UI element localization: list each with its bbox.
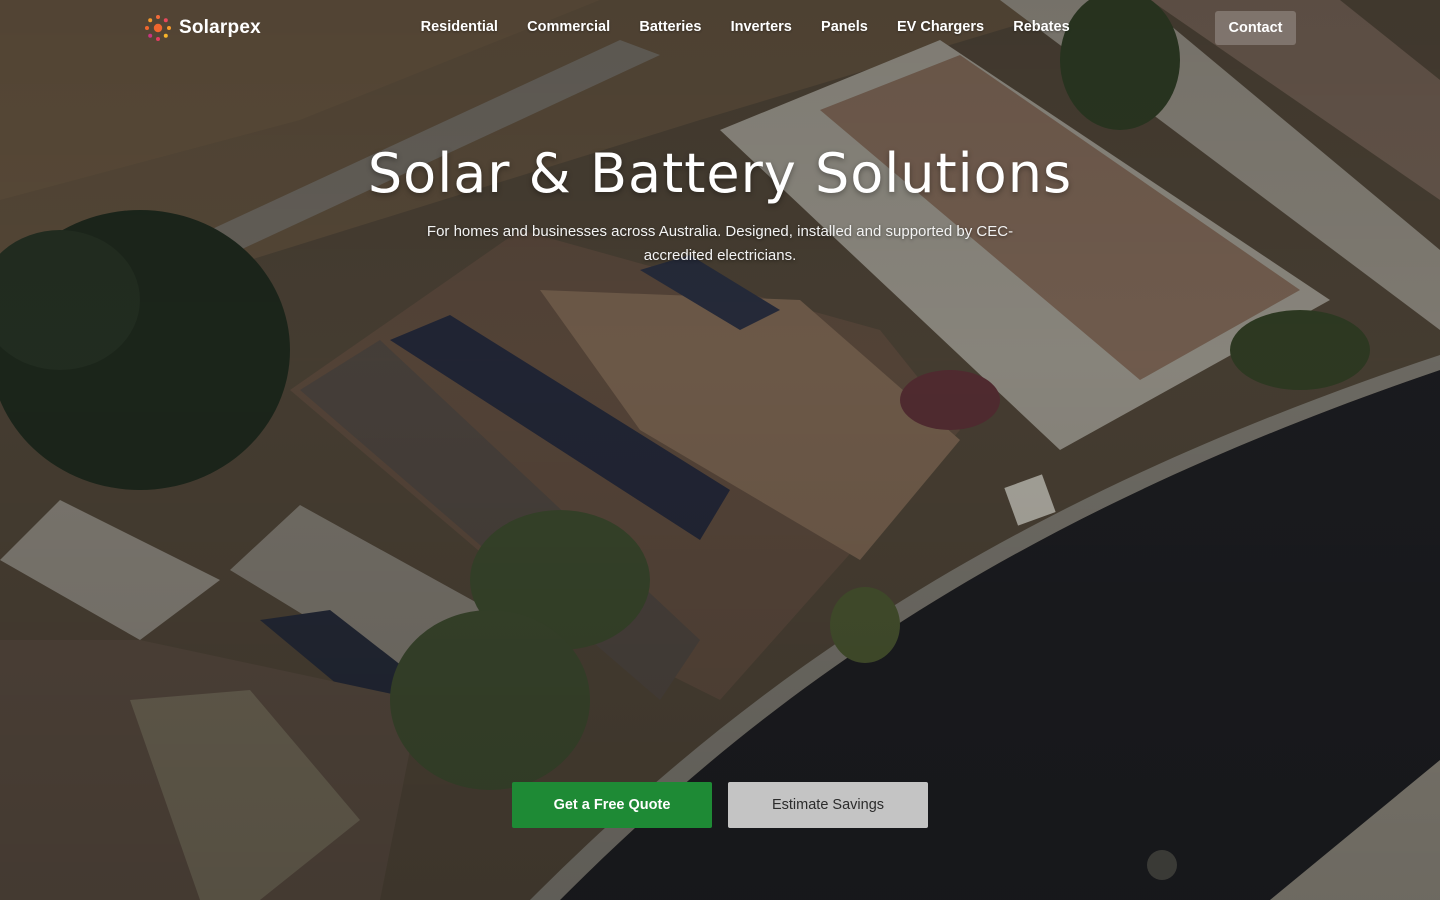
brand-name: Solarpex <box>179 17 261 38</box>
hero-overlay <box>0 0 1440 900</box>
nav-item-batteries[interactable]: Batteries <box>625 17 716 37</box>
estimate-savings-button[interactable]: Estimate Savings <box>728 782 928 828</box>
brand-logo[interactable]: Solarpex <box>143 12 261 44</box>
nav-item-panels[interactable]: Panels <box>806 17 882 37</box>
get-free-quote-button[interactable]: Get a Free Quote <box>512 782 712 828</box>
nav-item-inverters[interactable]: Inverters <box>716 17 806 37</box>
nav-item-commercial[interactable]: Commercial <box>513 17 625 37</box>
hero-subtitle: For homes and businesses across Australi… <box>426 223 1014 264</box>
main-nav: Residential Commercial Batteries Inverte… <box>406 17 1084 37</box>
sun-burst-icon <box>145 15 171 41</box>
nav-item-ev-chargers[interactable]: EV Chargers <box>882 17 998 37</box>
contact-button[interactable]: Contact <box>1215 11 1296 45</box>
hero-section <box>0 0 1440 900</box>
hero-title: Solar & Battery Solutions <box>367 142 1073 205</box>
nav-item-rebates[interactable]: Rebates <box>999 17 1085 37</box>
site-header: Solarpex Residential Commercial Batterie… <box>0 0 1440 56</box>
nav-item-residential[interactable]: Residential <box>406 17 513 37</box>
